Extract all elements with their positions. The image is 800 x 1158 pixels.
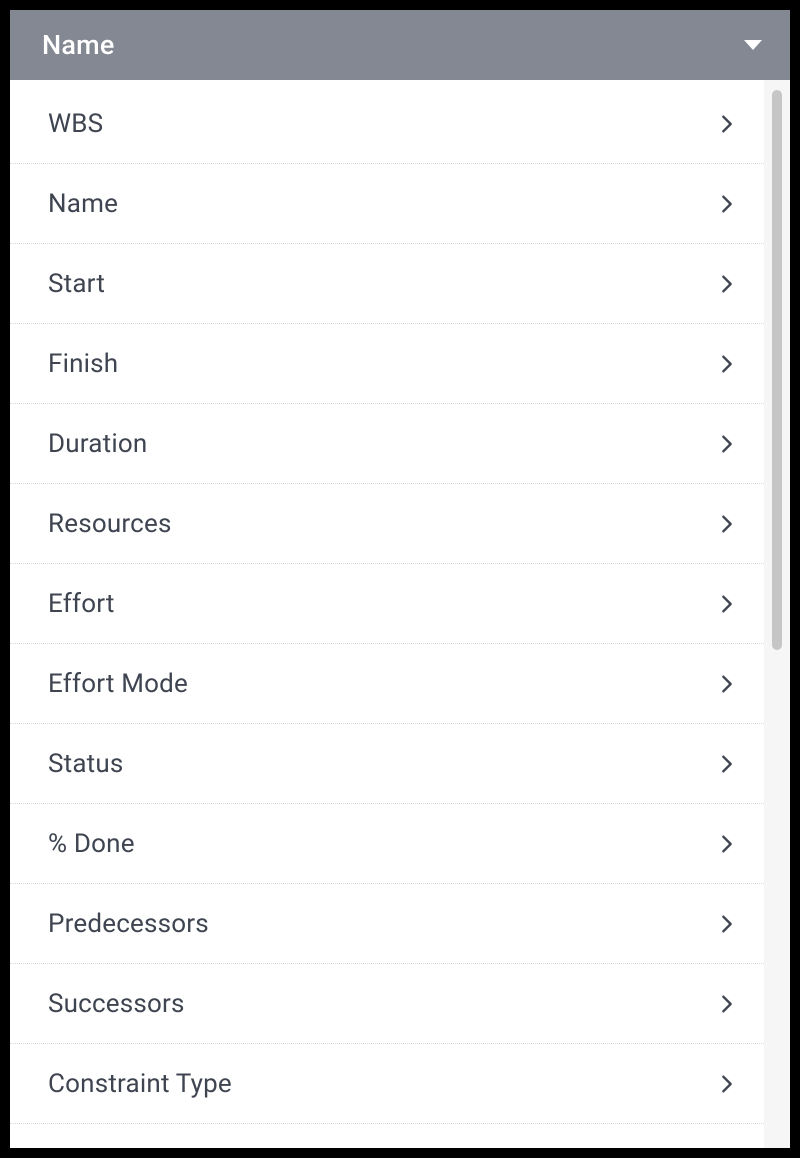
dropdown-triangle-icon bbox=[744, 40, 762, 50]
panel-body: WBS Name Start Finish bbox=[10, 80, 790, 1148]
column-item-label: Predecessors bbox=[48, 909, 209, 939]
column-item-successors[interactable]: Successors bbox=[10, 964, 764, 1044]
column-item-label: Successors bbox=[48, 989, 185, 1019]
column-item-label: WBS bbox=[48, 109, 103, 139]
column-item-label: Name bbox=[48, 189, 118, 219]
chevron-right-icon bbox=[716, 913, 738, 935]
column-item-label: % Done bbox=[48, 829, 135, 859]
chevron-right-icon bbox=[716, 1073, 738, 1095]
column-item-label: Effort Mode bbox=[48, 669, 188, 699]
column-item-wbs[interactable]: WBS bbox=[10, 84, 764, 164]
chevron-right-icon bbox=[716, 673, 738, 695]
column-item-label: Start bbox=[48, 269, 105, 299]
column-item-label: Effort bbox=[48, 589, 115, 619]
scrollbar-thumb[interactable] bbox=[772, 90, 782, 650]
column-item-label: Finish bbox=[48, 349, 118, 379]
column-item-duration[interactable]: Duration bbox=[10, 404, 764, 484]
column-item-finish[interactable]: Finish bbox=[10, 324, 764, 404]
scrollbar-track[interactable] bbox=[764, 80, 790, 1148]
column-item-label: Resources bbox=[48, 509, 172, 539]
chevron-right-icon bbox=[716, 593, 738, 615]
chevron-right-icon bbox=[716, 753, 738, 775]
column-item-label: Status bbox=[48, 749, 124, 779]
column-item-name[interactable]: Name bbox=[10, 164, 764, 244]
column-item-predecessors[interactable]: Predecessors bbox=[10, 884, 764, 964]
column-item-constraint-type[interactable]: Constraint Type bbox=[10, 1044, 764, 1124]
chevron-right-icon bbox=[716, 193, 738, 215]
header-bar[interactable]: Name bbox=[10, 10, 790, 80]
header-title: Name bbox=[42, 29, 115, 61]
column-item-label: Duration bbox=[48, 429, 147, 459]
columns-list: WBS Name Start Finish bbox=[10, 80, 764, 1148]
chevron-right-icon bbox=[716, 353, 738, 375]
column-item-label: Constraint Type bbox=[48, 1069, 232, 1099]
column-item-start[interactable]: Start bbox=[10, 244, 764, 324]
column-item-percent-done[interactable]: % Done bbox=[10, 804, 764, 884]
chevron-right-icon bbox=[716, 993, 738, 1015]
column-item-resources[interactable]: Resources bbox=[10, 484, 764, 564]
chevron-right-icon bbox=[716, 833, 738, 855]
column-item-effort-mode[interactable]: Effort Mode bbox=[10, 644, 764, 724]
chevron-right-icon bbox=[716, 273, 738, 295]
column-picker-panel: Name WBS Name Start bbox=[10, 10, 790, 1148]
column-item-effort[interactable]: Effort bbox=[10, 564, 764, 644]
column-item-status[interactable]: Status bbox=[10, 724, 764, 804]
chevron-right-icon bbox=[716, 433, 738, 455]
chevron-right-icon bbox=[716, 113, 738, 135]
chevron-right-icon bbox=[716, 513, 738, 535]
